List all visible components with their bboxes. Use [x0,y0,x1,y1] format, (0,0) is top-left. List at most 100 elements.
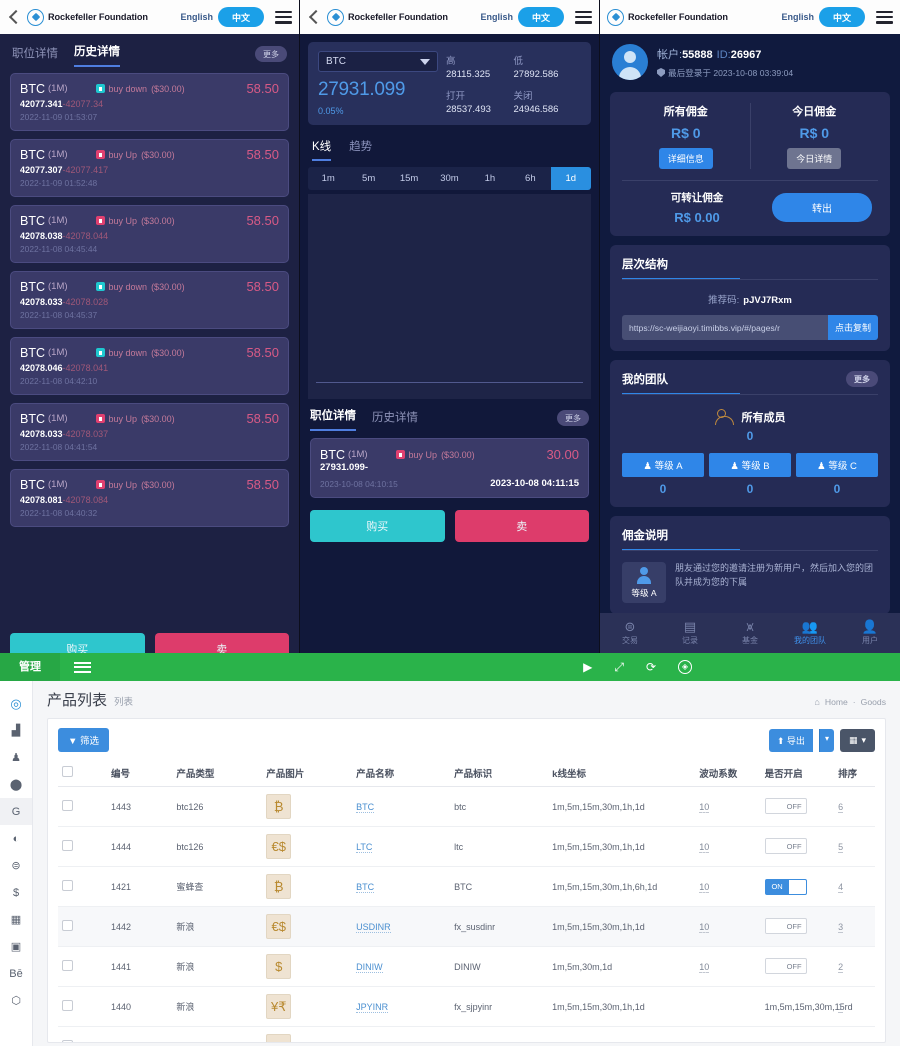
row-checkbox-cell[interactable] [58,786,108,827]
tab-trend[interactable]: 趋势 [349,138,372,161]
hamburger-icon[interactable] [74,661,91,673]
row-checkbox-cell[interactable] [58,906,108,947]
timeframe-1m[interactable]: 1m [308,167,348,190]
enable-toggle[interactable]: OFF [764,838,807,854]
row-checkbox[interactable] [62,960,73,971]
chevron-left-icon[interactable] [307,10,321,24]
refresh-icon[interactable]: ⟳ [646,661,656,673]
row-checkbox-cell[interactable] [58,826,108,867]
sidebar-gear-icon[interactable]: ⬤ [0,771,32,798]
product-thumbnail[interactable]: ◆ [266,1034,292,1042]
chevron-left-icon[interactable] [7,10,21,24]
filter-button[interactable]: ▼ 筛选 [58,728,110,752]
timeframe-15m[interactable]: 15m [389,167,429,190]
product-name-link[interactable]: ETH [356,1041,375,1042]
enable-toggle[interactable]: OFF [764,958,807,974]
select-all-checkbox[interactable] [62,766,73,777]
kline-chart-canvas[interactable] [308,194,591,399]
team-more-button[interactable]: 更多 [846,371,878,387]
play-icon[interactable]: ▶ [583,661,592,673]
fluctuation-value[interactable]: 10 [699,881,710,893]
tab-history-details[interactable]: 历史详情 [74,43,120,67]
tab-history-details[interactable]: 历史详情 [372,409,418,431]
history-record-card[interactable]: BTC (1M) buy Up ($30.00) 58.50 42078.033-4207… [10,403,289,461]
nav-clipboard[interactable]: ▤ 记录 [660,620,720,646]
product-name-link[interactable]: USDINR [356,921,391,933]
copy-link-button[interactable]: 点击复制 [827,315,878,340]
referral-link-input[interactable] [622,315,828,340]
sidebar-globe-icon[interactable]: ⊜ [0,852,32,879]
history-record-card[interactable]: BTC (1M) buy down ($30.00) 58.50 42077.341-42… [10,73,289,131]
sort-value[interactable]: 2 [838,961,844,973]
product-name-link[interactable]: LTC [356,841,373,853]
timeframe-6h[interactable]: 6h [510,167,550,190]
more-button[interactable]: 更多 [557,410,589,426]
team-level-chip[interactable]: ♟ 等级 B [709,453,791,477]
sidebar-dollar-icon[interactable]: $ [0,879,32,906]
product-name-link[interactable]: JPYINR [356,1001,389,1013]
lang-english-button[interactable]: English [480,12,513,22]
transfer-out-button[interactable]: 转出 [772,193,872,222]
lang-chinese-button[interactable]: 中文 [217,7,264,27]
history-record-card[interactable]: BTC (1M) buy Up ($30.00) 58.50 42077.307-4207… [10,139,289,197]
sidebar-dashboard-logo-icon[interactable]: ◎ [0,690,32,717]
fluctuation-value[interactable]: 10 [699,801,710,813]
team-level-chip[interactable]: ♟ 等级 A [622,453,704,477]
lang-english-button[interactable]: English [781,12,814,22]
team-level-chip[interactable]: ♟ 等级 C [796,453,878,477]
commission-today-button[interactable]: 今日详情 [787,148,842,169]
nav-user[interactable]: 👤 用户 [840,620,900,646]
sell-button[interactable]: 卖 [154,633,289,653]
sort-value[interactable]: 0 [838,1041,844,1042]
product-thumbnail[interactable]: ₿ [266,794,292,819]
tab-position-details[interactable]: 职位详情 [310,407,356,431]
commission-detail-button[interactable]: 详细信息 [658,148,713,169]
lang-chinese-button[interactable]: 中文 [517,7,564,27]
fluctuation-value[interactable]: 10 [699,841,710,853]
buy-button[interactable]: 购买 [10,633,145,653]
position-card[interactable]: BTC (1M) buy Up ($30.00) 30.00 27931.099… [310,438,589,498]
sidebar-hexagon-icon[interactable]: ⬡ [0,987,32,1014]
admin-logo[interactable]: 管理 [0,653,60,681]
product-name-link[interactable]: BTC [356,881,375,893]
enable-toggle[interactable]: OFF [764,798,807,814]
row-checkbox[interactable] [62,800,73,811]
product-name-link[interactable]: DINIW [356,961,383,973]
sidebar-chart-bar-icon[interactable]: ▟ [0,717,32,744]
more-button[interactable]: 更多 [255,46,287,62]
export-button[interactable]: ⬆ 导出 [768,728,813,752]
symbol-select[interactable]: BTC [318,51,438,72]
history-record-card[interactable]: BTC (1M) buy Up ($30.00) 58.50 42078.081-4207… [10,469,289,527]
row-checkbox-cell[interactable] [58,1026,108,1042]
sidebar-behance-icon[interactable]: Bē [0,960,32,987]
enable-toggle[interactable]: ON [764,878,807,895]
row-checkbox-cell[interactable] [58,946,108,987]
sidebar-user-icon[interactable]: ♟ [0,744,32,771]
lang-chinese-button[interactable]: 中文 [818,7,865,27]
history-record-card[interactable]: BTC (1M) buy Up ($30.00) 58.50 42078.038-4207… [10,205,289,263]
row-checkbox[interactable] [62,880,73,891]
timeframe-30m[interactable]: 30m [429,167,469,190]
nav-team[interactable]: 👥 我的团队 [780,620,840,646]
row-checkbox[interactable] [62,1040,73,1042]
product-name-link[interactable]: BTC [356,801,375,813]
row-checkbox[interactable] [62,840,73,851]
product-thumbnail[interactable]: ¥₹ [266,994,292,1019]
product-thumbnail[interactable]: €$ [266,914,292,939]
sort-value[interactable]: 3 [838,921,844,933]
sell-button[interactable]: 卖 [454,510,589,542]
row-checkbox[interactable] [62,1000,73,1011]
sidebar-contrast-icon[interactable]: ◐ [0,825,32,852]
buy-button[interactable]: 购买 [310,510,445,542]
sidebar-google-g-icon[interactable]: G [0,798,32,825]
select-all-header[interactable] [58,760,108,787]
fluctuation-value[interactable]: 10 [699,961,710,973]
nav-chart[interactable]: ⩙ 基金 [720,620,780,646]
product-thumbnail[interactable]: €$ [266,834,292,859]
fluctuation-value[interactable]: 10 [699,921,710,933]
history-record-card[interactable]: BTC (1M) buy down ($30.00) 58.50 42078.046-42… [10,337,289,395]
sort-value[interactable]: 6 [838,801,844,813]
fullscreen-icon[interactable]: ⤢ [614,661,624,673]
columns-button[interactable]: ▦ ▾ [839,728,875,752]
lang-english-button[interactable]: English [180,12,213,22]
